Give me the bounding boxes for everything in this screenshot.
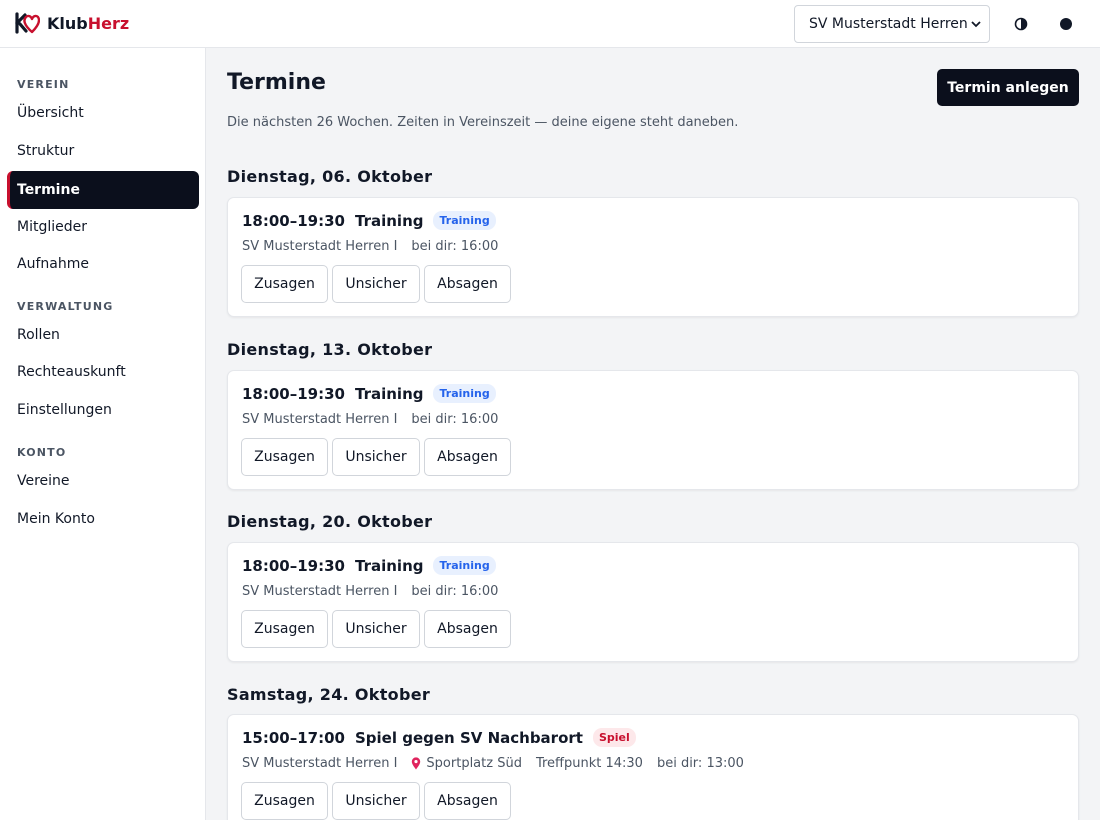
rsvp-yes-button[interactable]: Zusagen: [241, 438, 328, 476]
event-title[interactable]: Training: [355, 557, 423, 575]
team-select[interactable]: SV Musterstadt Herren I: [794, 5, 990, 43]
location-pin-icon: [412, 757, 421, 770]
rsvp-maybe-button[interactable]: Unsicher: [332, 265, 420, 303]
event-team: SV Musterstadt Herren I: [242, 756, 398, 771]
sidebar-item-mein-konto[interactable]: Mein Konto: [7, 500, 199, 538]
event-time: 18:00–19:30: [242, 384, 345, 403]
sidebar-item-rechteauskunft[interactable]: Rechteauskunft: [7, 353, 199, 391]
day-heading: Dienstag, 13. Oktober: [227, 340, 433, 359]
rsvp-yes-button[interactable]: Zusagen: [241, 610, 328, 648]
sidebar: VEREIN Übersicht Struktur Termine Mitgli…: [0, 48, 206, 820]
rsvp-yes-button[interactable]: Zusagen: [241, 265, 328, 303]
event-team: SV Musterstadt Herren I: [242, 239, 398, 254]
sidebar-item-rollen[interactable]: Rollen: [7, 316, 199, 354]
sidebar-item-termine[interactable]: Termine: [7, 171, 199, 209]
rsvp-no-button[interactable]: Absagen: [424, 610, 511, 648]
main-content: Termine Die nächsten 26 Wochen. Zeiten i…: [207, 48, 1100, 820]
sidebar-item-uebersicht[interactable]: Übersicht: [7, 94, 199, 132]
sidebar-section-konto: KONTO: [17, 446, 67, 459]
rsvp-no-button[interactable]: Absagen: [424, 265, 511, 303]
rsvp-yes-button[interactable]: Zusagen: [241, 782, 328, 820]
day-heading: Dienstag, 06. Oktober: [227, 167, 433, 186]
event-meeting-time: Treffpunkt 14:30: [535, 756, 643, 771]
event-card: 18:00–19:30 Training Training SV Musters…: [227, 370, 1079, 490]
user-dot-icon: [1060, 18, 1072, 30]
event-type-badge: Training: [433, 556, 496, 575]
team-select-value: SV Musterstadt Herren I: [809, 16, 977, 32]
sidebar-item-struktur[interactable]: Struktur: [7, 132, 199, 170]
app-logo[interactable]: KlubHerz: [14, 11, 129, 35]
event-title[interactable]: Training: [355, 385, 423, 403]
event-time: 15:00–17:00: [242, 728, 345, 747]
event-card: 18:00–19:30 Training Training SV Musters…: [227, 197, 1079, 317]
day-heading: Samstag, 24. Oktober: [227, 685, 431, 704]
event-card: 15:00–17:00 Spiel gegen SV Nachbarort Sp…: [227, 714, 1079, 820]
event-type-badge: Training: [433, 384, 496, 403]
sidebar-item-aufnahme[interactable]: Aufnahme: [7, 245, 199, 283]
contrast-icon: [1014, 17, 1028, 31]
event-location: Sportplatz Süd: [411, 756, 522, 771]
event-type-badge: Spiel: [592, 728, 636, 747]
event-type-badge: Training: [433, 211, 496, 230]
event-title[interactable]: Spiel gegen SV Nachbarort: [355, 729, 583, 747]
day-heading: Dienstag, 20. Oktober: [227, 512, 433, 531]
event-team: SV Musterstadt Herren I: [242, 412, 398, 427]
rsvp-maybe-button[interactable]: Unsicher: [332, 438, 420, 476]
rsvp-no-button[interactable]: Absagen: [424, 782, 511, 820]
account-menu-button[interactable]: [1056, 14, 1076, 34]
create-event-button[interactable]: Termin anlegen: [937, 69, 1079, 106]
top-bar: KlubHerz SV Musterstadt Herren I: [0, 0, 1100, 48]
event-local-time: bei dir: 13:00: [656, 756, 744, 771]
rsvp-maybe-button[interactable]: Unsicher: [332, 610, 420, 648]
event-title[interactable]: Training: [355, 212, 423, 230]
chevron-down-icon: [969, 17, 983, 31]
event-local-time: bei dir: 16:00: [411, 412, 499, 427]
sidebar-section-verein: VEREIN: [17, 78, 70, 91]
event-time: 18:00–19:30: [242, 556, 345, 575]
event-local-time: bei dir: 16:00: [411, 239, 499, 254]
event-team: SV Musterstadt Herren I: [242, 584, 398, 599]
sidebar-item-einstellungen[interactable]: Einstellungen: [7, 391, 199, 429]
page-subtitle: Die nächsten 26 Wochen. Zeiten in Verein…: [227, 115, 739, 130]
event-time: 18:00–19:30: [242, 211, 345, 230]
event-location-label: Sportplatz Süd: [426, 756, 522, 771]
rsvp-maybe-button[interactable]: Unsicher: [332, 782, 420, 820]
theme-toggle-button[interactable]: [1011, 14, 1031, 34]
logo-text: KlubHerz: [47, 13, 130, 33]
sidebar-item-mitglieder[interactable]: Mitglieder: [7, 208, 199, 246]
event-local-time: bei dir: 16:00: [411, 584, 499, 599]
klubherz-logo-icon: [15, 12, 40, 34]
page-title: Termine: [227, 70, 326, 95]
sidebar-item-vereine[interactable]: Vereine: [7, 462, 199, 500]
event-card: 18:00–19:30 Training Training SV Musters…: [227, 542, 1079, 662]
rsvp-no-button[interactable]: Absagen: [424, 438, 511, 476]
sidebar-section-verwaltung: VERWALTUNG: [17, 300, 114, 313]
